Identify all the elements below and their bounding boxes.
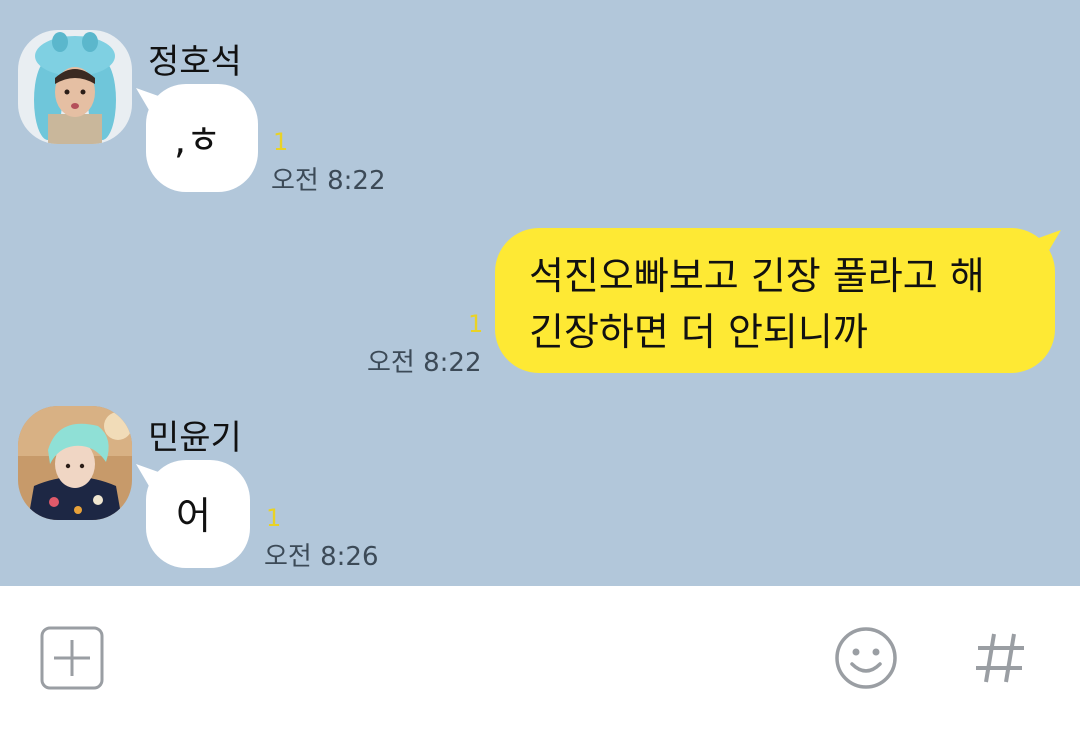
message-time: 오전 8:22 [367,348,482,378]
bubble-tail [136,464,164,498]
message-time: 오전 8:22 [271,166,386,196]
bubble-tail [136,88,164,122]
composer-bar [0,586,1080,730]
sender-name: 정호석 [148,42,242,82]
avatar-min-yoongi[interactable] [18,406,132,520]
sender-name: 민윤기 [148,418,242,458]
message-bubble[interactable]: ,ㅎ [136,84,258,192]
message-text-line-1: 석진오빠보고 긴장 풀라고 해 [529,254,985,298]
unread-count: 1 [266,504,282,532]
message-text: 어 [176,494,211,538]
message-bubble[interactable]: 어 [136,460,250,568]
message-text-line-2: 긴장하면 더 안되니까 [529,310,868,354]
smiley-icon[interactable] [834,626,898,690]
avatar-jung-hoseok[interactable] [18,30,132,144]
unread-count: 1 [273,128,289,156]
profile-photo [18,30,132,144]
message-text: ,ㅎ [174,118,222,162]
plus-square-icon[interactable] [40,626,104,690]
message-time: 오전 8:26 [264,542,379,572]
chat-area[interactable]: 정호석 ,ㅎ 1 오전 8:22 석진오빠보고 긴장 풀라고 해 긴장하면 더 … [0,0,1080,586]
unread-count: 1 [468,310,484,338]
hashtag-icon[interactable] [974,630,1026,686]
bubble-tail [1033,230,1061,264]
profile-photo [18,406,132,520]
message-bubble-outgoing[interactable]: 석진오빠보고 긴장 풀라고 해 긴장하면 더 안되니까 [495,228,1061,373]
